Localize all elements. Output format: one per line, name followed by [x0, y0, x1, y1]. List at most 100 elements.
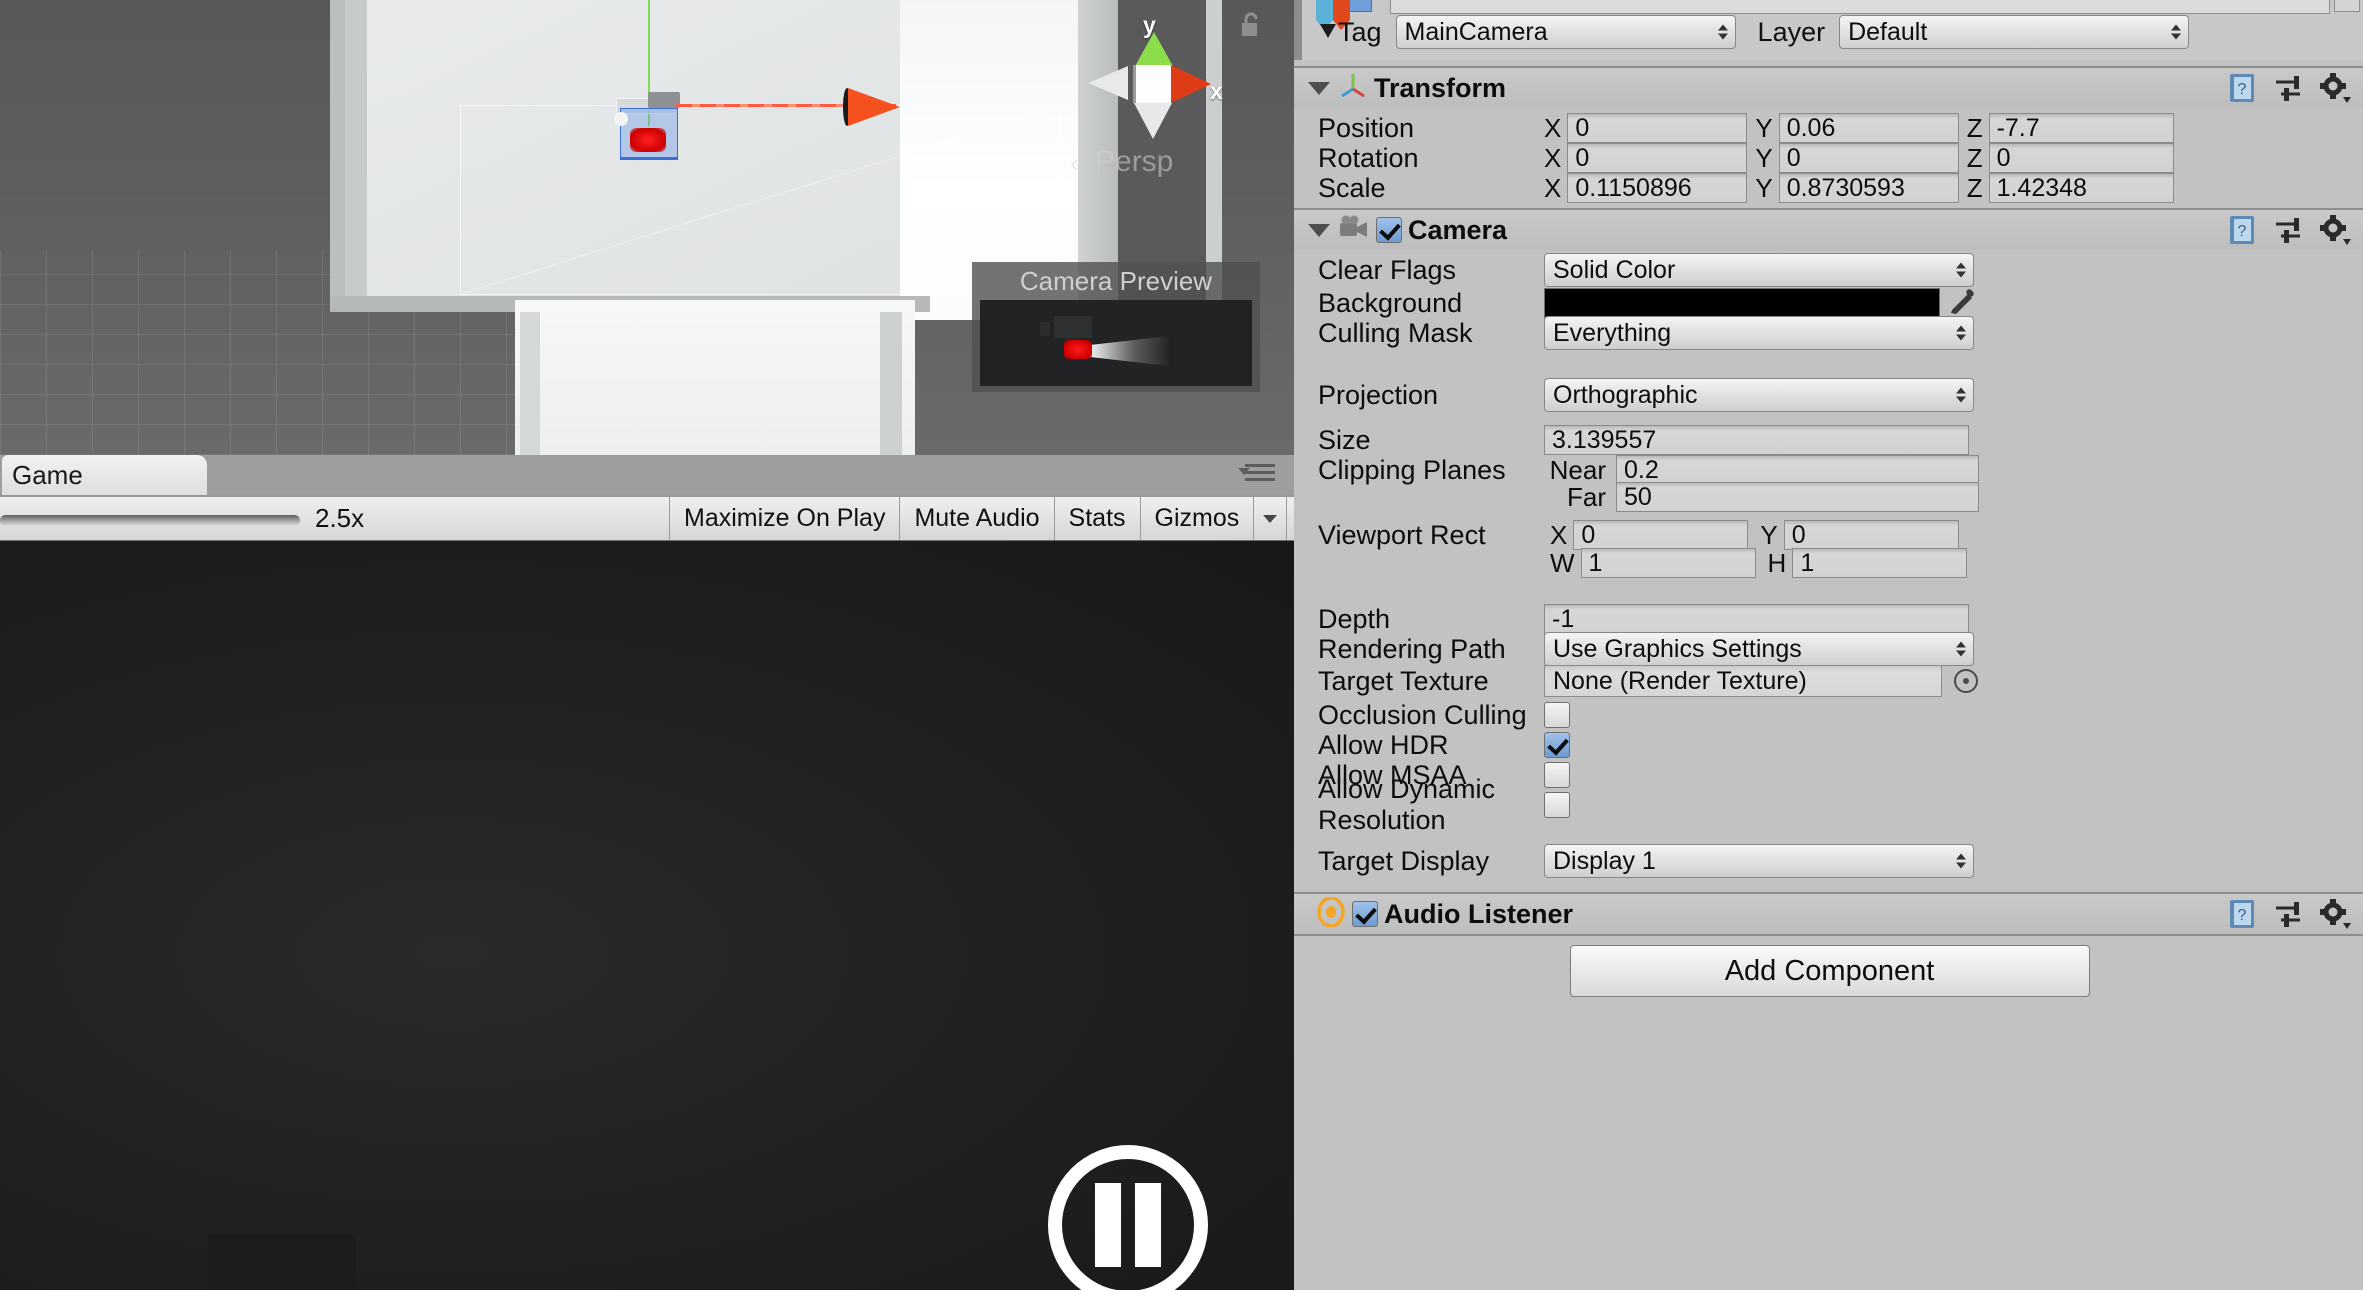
- target-texture-field[interactable]: None (Render Texture): [1544, 665, 1942, 697]
- gizmos-button[interactable]: Gizmos: [1140, 497, 1255, 540]
- add-component-button[interactable]: Add Component: [1569, 945, 2090, 997]
- viewport-y-field[interactable]: 0: [1783, 520, 1959, 550]
- game-object-stem: [149, 1275, 155, 1290]
- allow-hdr-checkbox[interactable]: [1544, 732, 1570, 758]
- clear-flags-row: Clear Flags Solid Color: [1294, 253, 2363, 287]
- audio-listener-component-header[interactable]: Audio Listener ?: [1294, 894, 2363, 934]
- scale-y-field[interactable]: 0.8730593: [1778, 173, 1959, 203]
- scale-z-field[interactable]: 1.42348: [1988, 173, 2174, 203]
- zoom-slider-track[interactable]: [0, 515, 300, 526]
- culling-mask-row: Culling Mask Everything: [1294, 316, 2363, 350]
- game-zoom-slider[interactable]: 2.5x: [0, 497, 670, 540]
- gear-icon[interactable]: [2319, 72, 2351, 109]
- position-z-axis-label: Z: [1966, 112, 1983, 143]
- rotation-y-field[interactable]: 0: [1778, 143, 1959, 173]
- game-view[interactable]: [0, 541, 1294, 1290]
- foldout-triangle-icon[interactable]: [1308, 223, 1330, 237]
- target-texture-row: Target Texture None (Render Texture): [1294, 665, 2363, 697]
- persp-label[interactable]: Persp: [1095, 145, 1173, 179]
- gizmo-neg-y-cone-icon[interactable]: [1134, 103, 1172, 139]
- static-toggle-button[interactable]: [2334, 0, 2360, 12]
- preset-sliders-icon[interactable]: [2273, 73, 2303, 108]
- viewport-rect-label: Viewport Rect: [1318, 519, 1486, 550]
- gizmo-neg-x-cone-icon[interactable]: [1088, 66, 1128, 100]
- tab-game[interactable]: Game: [2, 455, 207, 495]
- chevron-updown-icon: [2171, 24, 2182, 40]
- camera-header-icons: ?: [2227, 214, 2351, 251]
- position-x-field[interactable]: 0: [1567, 113, 1748, 143]
- scene-wall-beam: [345, 0, 367, 300]
- transform-component-header[interactable]: Transform ?: [1294, 68, 2363, 108]
- camera-component-header[interactable]: Camera ?: [1294, 210, 2363, 250]
- gear-icon[interactable]: [2319, 898, 2351, 935]
- background-label: Background: [1318, 287, 1463, 318]
- clipping-near-row: Clipping Planes Near 0.2: [1294, 455, 2363, 485]
- rotation-z-field[interactable]: 0: [1988, 143, 2174, 173]
- help-book-icon[interactable]: ?: [2227, 214, 2257, 251]
- lock-open-icon[interactable]: [1240, 12, 1262, 38]
- help-book-icon[interactable]: ?: [2227, 898, 2257, 935]
- eyedropper-icon[interactable]: [1948, 288, 1976, 318]
- gear-icon[interactable]: [2319, 214, 2351, 251]
- transform-title: Transform: [1374, 72, 1507, 103]
- culling-mask-value: Everything: [1553, 318, 1672, 347]
- size-field[interactable]: 3.139557: [1544, 425, 1969, 455]
- projection-dropdown[interactable]: Orthographic: [1544, 378, 1974, 412]
- viewport-x-field[interactable]: 0: [1573, 520, 1749, 550]
- culling-mask-dropdown[interactable]: Everything: [1544, 316, 1974, 350]
- persp-back-arrow[interactable]: ‹: [1070, 148, 1079, 179]
- position-y-field[interactable]: 0.06: [1778, 113, 1959, 143]
- rendering-path-label: Rendering Path: [1318, 633, 1506, 664]
- camera-frustum-wireframe: [460, 105, 1060, 295]
- object-picker-icon[interactable]: [1954, 669, 1978, 693]
- viewport-w-field[interactable]: 1: [1580, 548, 1756, 578]
- maximize-on-play-button[interactable]: Maximize On Play: [670, 497, 901, 540]
- rotation-x-axis-label: X: [1544, 142, 1562, 173]
- foldout-triangle-icon[interactable]: [1308, 81, 1330, 95]
- layer-value: Default: [1848, 17, 1928, 46]
- inspector-header: Tag MainCamera Layer Default: [1294, 0, 2363, 60]
- layer-dropdown[interactable]: Default: [1839, 15, 2190, 49]
- clear-flags-dropdown[interactable]: Solid Color: [1544, 253, 1974, 287]
- audio-listener-enabled-checkbox[interactable]: [1352, 901, 1378, 927]
- culling-mask-label: Culling Mask: [1318, 317, 1473, 348]
- rendering-path-dropdown[interactable]: Use Graphics Settings: [1544, 632, 1974, 666]
- camera-enabled-checkbox[interactable]: [1376, 217, 1402, 243]
- depth-field[interactable]: -1: [1544, 604, 1969, 634]
- clipping-near-field[interactable]: 0.2: [1616, 455, 1979, 485]
- viewport-h-field[interactable]: 1: [1792, 548, 1968, 578]
- preset-sliders-icon[interactable]: [2273, 899, 2303, 934]
- chevron-updown-icon: [1956, 325, 1966, 341]
- gizmos-label: Gizmos: [1154, 504, 1240, 532]
- scene-view[interactable]: y x ‹ Persp Camera Preview: [0, 0, 1294, 455]
- rotation-y-axis-label: Y: [1755, 142, 1773, 173]
- rotation-x-field[interactable]: 0: [1567, 143, 1748, 173]
- target-display-row: Target Display Display 1: [1294, 844, 2363, 878]
- gizmos-dropdown-button[interactable]: [1254, 497, 1288, 540]
- size-row: Size 3.139557: [1294, 425, 2363, 455]
- position-x-axis-label: X: [1544, 112, 1562, 143]
- stats-button[interactable]: Stats: [1054, 497, 1141, 540]
- position-z-field[interactable]: -7.7: [1988, 113, 2174, 143]
- clipping-planes-label: Clipping Planes: [1318, 454, 1506, 485]
- preset-sliders-icon[interactable]: [2273, 215, 2303, 250]
- allow-dynamic-resolution-checkbox[interactable]: [1544, 792, 1570, 818]
- stats-label: Stats: [1068, 504, 1126, 532]
- gizmo-center-cube[interactable]: [1133, 65, 1171, 103]
- move-gizmo-x-arrow[interactable]: [848, 88, 900, 126]
- svg-text:?: ?: [2238, 81, 2247, 98]
- scale-label: Scale: [1318, 172, 1386, 203]
- help-book-icon[interactable]: ?: [2227, 72, 2257, 109]
- allow-msaa-checkbox[interactable]: [1544, 762, 1570, 788]
- target-display-dropdown[interactable]: Display 1: [1544, 844, 1974, 878]
- scale-x-field[interactable]: 0.1150896: [1567, 173, 1748, 203]
- mute-audio-button[interactable]: Mute Audio: [900, 497, 1055, 540]
- gizmo-x-cone-icon[interactable]: [1171, 65, 1211, 103]
- occlusion-culling-checkbox[interactable]: [1544, 702, 1570, 728]
- clipping-far-field[interactable]: 50: [1616, 482, 1979, 512]
- hamburger-menu-icon[interactable]: [1245, 464, 1275, 486]
- viewport-y-label: Y: [1760, 519, 1778, 550]
- background-color-swatch[interactable]: [1544, 288, 1940, 318]
- tag-dropdown[interactable]: MainCamera: [1395, 15, 1736, 49]
- divider: [1294, 934, 2363, 936]
